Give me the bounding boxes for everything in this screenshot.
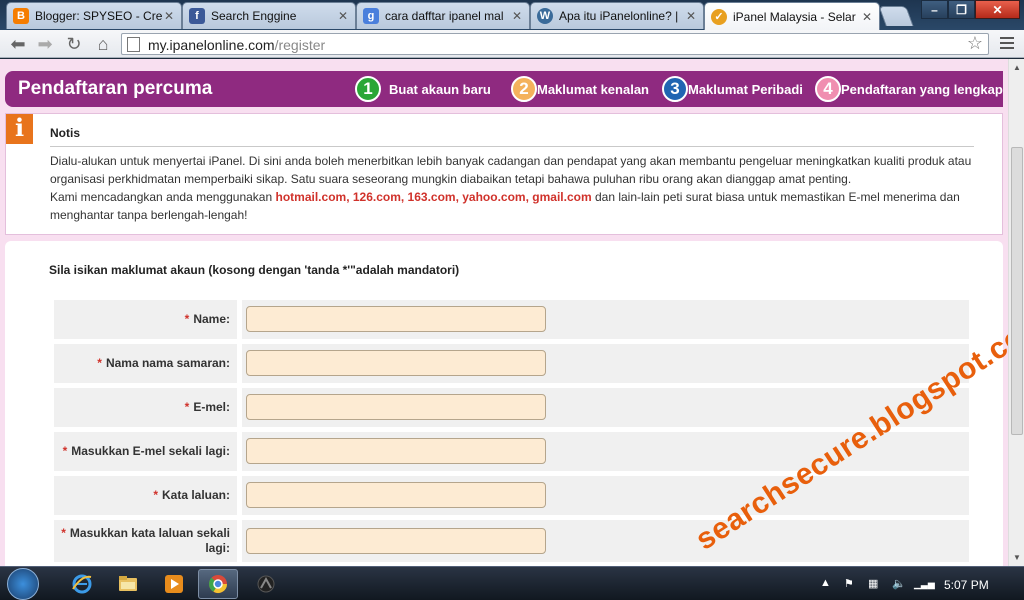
new-tab-button[interactable] bbox=[878, 6, 914, 26]
password-confirm-input[interactable] bbox=[246, 528, 546, 554]
email-confirm-label: * Masukkan E-mel sekali lagi: bbox=[62, 444, 230, 458]
notice-paragraph: Dialu-alukan untuk menyertai iPanel. Di … bbox=[50, 154, 972, 186]
close-tab-icon[interactable]: ✕ bbox=[861, 10, 873, 24]
home-icon[interactable]: ⌂ bbox=[93, 34, 113, 54]
step-3: 3 Maklumat Peribadi bbox=[662, 76, 803, 102]
form-row-nickname: * Nama nama samaran: bbox=[54, 344, 969, 383]
show-hidden-icons[interactable]: ▲ bbox=[820, 577, 831, 589]
close-tab-icon[interactable]: ✕ bbox=[337, 9, 349, 23]
windows-taskbar: ▲ ⚑ ▦ 🔈 ▁▃▅ 5:07 PM bbox=[0, 566, 1024, 600]
file-explorer-icon[interactable] bbox=[108, 569, 148, 599]
tab-title: Blogger: SPYSEO - Cre bbox=[35, 9, 163, 23]
registration-form: Sila isikan maklumat akaun (kosong denga… bbox=[5, 241, 1003, 566]
step-label: Pendaftaran yang lengkap bbox=[841, 81, 1003, 97]
taskbar-clock[interactable]: 5:07 PM bbox=[944, 578, 989, 592]
window-controls: – ❐ ✕ bbox=[921, 0, 1020, 19]
tab-title: iPanel Malaysia - Selar bbox=[733, 9, 856, 24]
tab-title: Search Enggine bbox=[211, 9, 297, 23]
chrome-taskbar-icon[interactable] bbox=[198, 569, 238, 599]
form-row-email: * E-mel: bbox=[54, 388, 969, 427]
page-title: Pendaftaran percuma bbox=[18, 78, 213, 99]
tab-blogger[interactable]: B Blogger: SPYSEO - Cre ✕ bbox=[6, 2, 182, 29]
wordpress-icon: W bbox=[537, 8, 553, 24]
blogger-icon: B bbox=[13, 8, 29, 24]
form-row-password: * Kata laluan: bbox=[54, 476, 969, 515]
internet-explorer-icon[interactable] bbox=[62, 569, 102, 599]
nickname-label: * Nama nama samaran: bbox=[97, 356, 230, 370]
maximize-icon[interactable]: ❐ bbox=[948, 0, 975, 19]
back-arrow-icon[interactable]: ⬅ bbox=[8, 34, 28, 54]
step-number: 2 bbox=[511, 76, 537, 102]
menu-icon[interactable] bbox=[1000, 37, 1014, 51]
email-providers: hotmail.com, 126.com, 163.com, yahoo.com… bbox=[275, 190, 592, 204]
bookmark-star-icon[interactable]: ☆ bbox=[967, 33, 983, 54]
email-confirm-input[interactable] bbox=[246, 438, 546, 464]
browser-titlebar: B Blogger: SPYSEO - Cre ✕ f Search Enggi… bbox=[0, 0, 1024, 30]
browser-toolbar: ⬅ ➡ ↻ ⌂ my.ipanelonline.com/register ☆ bbox=[0, 30, 1024, 58]
form-instructions: Sila isikan maklumat akaun (kosong denga… bbox=[49, 263, 460, 277]
facebook-icon: f bbox=[189, 8, 205, 24]
media-player-icon[interactable] bbox=[154, 569, 194, 599]
flag-icon[interactable]: ⚑ bbox=[844, 577, 854, 590]
app-taskbar-icon[interactable] bbox=[246, 569, 286, 599]
close-tab-icon[interactable]: ✕ bbox=[685, 9, 697, 23]
page-icon bbox=[127, 37, 140, 52]
address-bar[interactable]: my.ipanelonline.com/register ☆ bbox=[121, 33, 989, 55]
step-1: 1 Buat akaun baru bbox=[355, 76, 491, 102]
start-button[interactable] bbox=[7, 568, 39, 600]
nickname-input[interactable] bbox=[246, 350, 546, 376]
minimize-icon[interactable]: – bbox=[921, 0, 948, 19]
notice-title: Notis bbox=[50, 126, 80, 140]
password-label: * Kata laluan: bbox=[153, 488, 230, 502]
password-confirm-label: * Masukkan kata laluan sekali lagi: bbox=[61, 526, 230, 555]
step-4: 4 Pendaftaran yang lengkap bbox=[815, 76, 1003, 102]
forward-arrow-icon[interactable]: ➡ bbox=[35, 34, 55, 54]
form-row-password-confirm: * Masukkan kata laluan sekali lagi: bbox=[54, 520, 969, 562]
close-icon[interactable]: ✕ bbox=[975, 0, 1020, 19]
ipanel-icon: ✓ bbox=[711, 8, 727, 25]
form-row-name: * Name: bbox=[54, 300, 969, 339]
page-scrollbar[interactable]: ▲ ▼ bbox=[1008, 59, 1024, 566]
info-icon: i bbox=[6, 114, 33, 144]
close-tab-icon[interactable]: ✕ bbox=[163, 9, 175, 23]
registration-header: Pendaftaran percuma 1 Buat akaun baru 2 … bbox=[5, 71, 1003, 107]
step-number: 4 bbox=[815, 76, 841, 102]
tab-title: Apa itu iPanelonline? | bbox=[559, 9, 679, 23]
step-number: 3 bbox=[662, 76, 688, 102]
page-viewport: Pendaftaran percuma 1 Buat akaun baru 2 … bbox=[0, 59, 1008, 566]
network-icon[interactable]: ▦ bbox=[868, 577, 878, 590]
speaker-icon[interactable]: 🔈 bbox=[892, 577, 906, 590]
url-text: my.ipanelonline.com/register bbox=[148, 37, 326, 53]
step-label: Maklumat kenalan bbox=[537, 81, 649, 97]
name-input[interactable] bbox=[246, 306, 546, 332]
notice-panel: i Notis Dialu-alukan untuk menyertai iPa… bbox=[5, 113, 1003, 235]
notice-recommendation: Kami mencadangkan anda menggunakan bbox=[50, 190, 273, 204]
close-tab-icon[interactable]: ✕ bbox=[511, 9, 523, 23]
notice-text: Dialu-alukan untuk menyertai iPanel. Di … bbox=[50, 152, 980, 224]
step-label: Maklumat Peribadi bbox=[688, 81, 803, 97]
tab-title: cara dafftar ipanel mal bbox=[385, 9, 504, 23]
tab-ipanel[interactable]: ✓ iPanel Malaysia - Selar ✕ bbox=[704, 2, 880, 30]
step-number: 1 bbox=[355, 76, 381, 102]
email-input[interactable] bbox=[246, 394, 546, 420]
tab-facebook[interactable]: f Search Enggine ✕ bbox=[182, 2, 356, 29]
email-label: * E-mel: bbox=[184, 400, 230, 414]
scroll-up-icon[interactable]: ▲ bbox=[1013, 63, 1021, 72]
reload-icon[interactable]: ↻ bbox=[64, 34, 84, 54]
google-icon: g bbox=[363, 8, 379, 24]
step-label: Buat akaun baru bbox=[389, 81, 491, 97]
divider bbox=[50, 146, 974, 147]
scroll-down-icon[interactable]: ▼ bbox=[1013, 553, 1021, 562]
name-label: * Name: bbox=[184, 312, 230, 326]
scrollbar-thumb[interactable] bbox=[1011, 147, 1023, 435]
signal-icon[interactable]: ▁▃▅ bbox=[914, 579, 935, 590]
tab-google[interactable]: g cara dafftar ipanel mal ✕ bbox=[356, 2, 530, 29]
step-2: 2 Maklumat kenalan bbox=[511, 76, 649, 102]
password-input[interactable] bbox=[246, 482, 546, 508]
tab-wordpress[interactable]: W Apa itu iPanelonline? | ✕ bbox=[530, 2, 704, 29]
